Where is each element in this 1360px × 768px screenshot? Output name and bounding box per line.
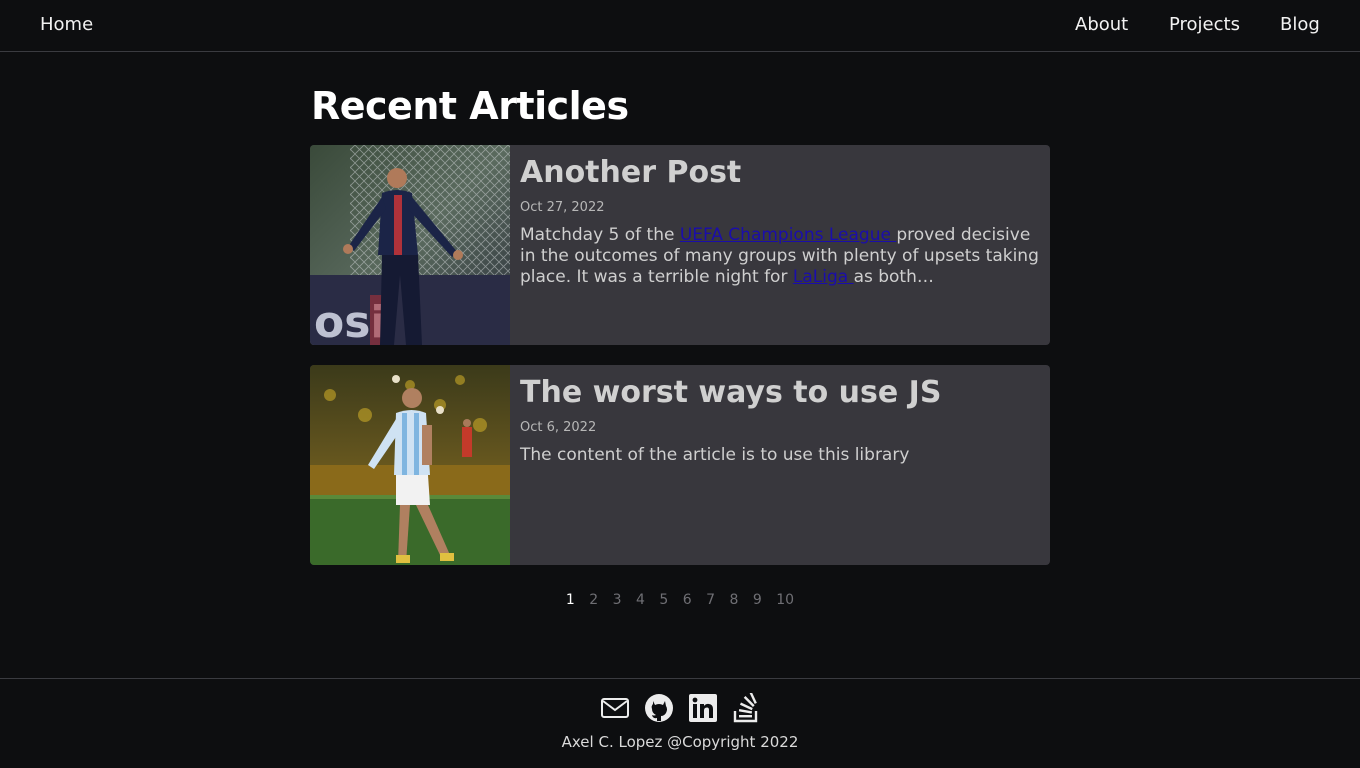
stackoverflow-icon[interactable] [731, 692, 761, 723]
nav-home-link[interactable]: Home [40, 14, 93, 35]
excerpt-text: as both… [853, 267, 934, 287]
page-link-1[interactable]: 1 [566, 592, 575, 608]
page-link-7[interactable]: 7 [706, 592, 715, 608]
pagination: 1 2 3 4 5 6 7 8 9 10 [0, 592, 1360, 608]
excerpt-text: Matchday 5 of the [520, 225, 680, 245]
article-card[interactable]: osi Another Post Oct 27, 2022 Matchday 5… [310, 145, 1050, 345]
article-image: osi [310, 145, 510, 345]
footer: Axel C. Lopez @Copyright 2022 [0, 678, 1360, 768]
article-thumbnail[interactable]: osi [310, 145, 510, 345]
article-excerpt: Matchday 5 of the UEFA Champions League … [520, 225, 1040, 288]
page-link-8[interactable]: 8 [730, 592, 739, 608]
nav-blog-link[interactable]: Blog [1280, 14, 1320, 35]
article-title[interactable]: The worst ways to use JS [520, 375, 941, 410]
page-link-9[interactable]: 9 [753, 592, 762, 608]
page-title: Recent Articles [311, 84, 629, 128]
uefa-champions-league-link[interactable]: UEFA Champions League [680, 225, 896, 245]
github-icon[interactable] [644, 693, 674, 723]
article-thumbnail[interactable] [310, 365, 510, 565]
nav-about-link[interactable]: About [1075, 14, 1128, 35]
mail-icon[interactable] [600, 693, 630, 723]
article-date: Oct 6, 2022 [520, 420, 597, 435]
page-link-6[interactable]: 6 [683, 592, 692, 608]
article-excerpt: The content of the article is to use thi… [520, 445, 910, 465]
article-card[interactable]: The worst ways to use JS Oct 6, 2022 The… [310, 365, 1050, 565]
nav-projects-link[interactable]: Projects [1169, 14, 1240, 35]
page-link-2[interactable]: 2 [589, 592, 598, 608]
laliga-link[interactable]: LaLiga [793, 267, 854, 287]
top-navigation: Home About Projects Blog [0, 0, 1360, 52]
linkedin-icon[interactable] [688, 693, 718, 723]
article-image [310, 365, 510, 565]
page-link-5[interactable]: 5 [659, 592, 668, 608]
page-link-4[interactable]: 4 [636, 592, 645, 608]
page-link-3[interactable]: 3 [613, 592, 622, 608]
page-link-10[interactable]: 10 [776, 592, 794, 608]
copyright-text: Axel C. Lopez @Copyright 2022 [561, 733, 799, 751]
article-date: Oct 27, 2022 [520, 200, 605, 215]
article-title[interactable]: Another Post [520, 155, 741, 190]
